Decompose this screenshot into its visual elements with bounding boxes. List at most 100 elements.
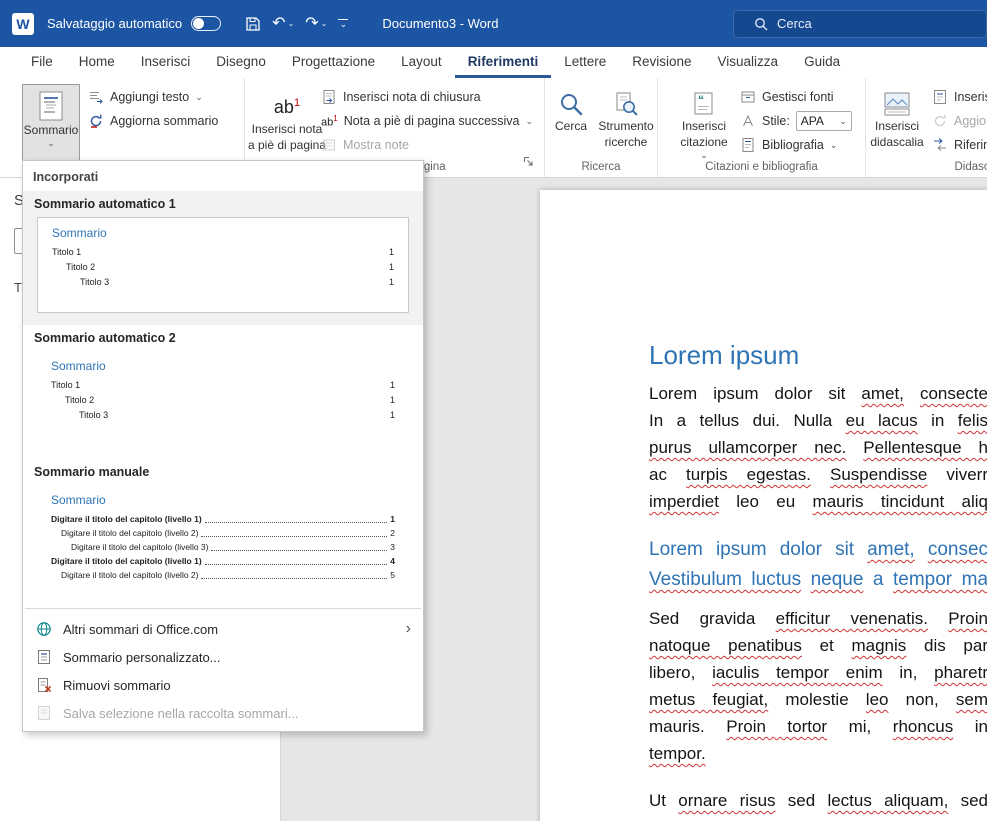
redo-button[interactable]: ↷ ⌄	[305, 16, 327, 32]
misspelled-word: consecte	[920, 384, 987, 403]
tab-lettere[interactable]: Lettere	[551, 47, 619, 78]
tab-revisione[interactable]: Revisione	[619, 47, 704, 78]
tab-visualizza[interactable]: Visualizza	[705, 47, 792, 78]
misspelled-word: iaculis tempor enim	[712, 663, 883, 682]
misspelled-word: Pellentesque h	[863, 438, 987, 457]
menu-item-custom-toc[interactable]: Sommario personalizzato...	[23, 643, 423, 671]
doc-line: purus ullamcorper nec. Pellentesque h	[649, 434, 987, 461]
update-toc-button[interactable]: Aggiorna sommario	[88, 110, 218, 132]
group-didascalie-label: Didascalie	[866, 161, 987, 173]
tab-progettazione[interactable]: Progettazione	[279, 47, 388, 78]
save-gallery-icon	[35, 705, 53, 721]
undo-button[interactable]: ↶ ⌄	[272, 16, 294, 32]
ribbon-tabs: FileHomeInserisciDisegnoProgettazioneLay…	[0, 47, 987, 78]
search-box[interactable]: Cerca	[733, 10, 987, 38]
tab-file[interactable]: File	[18, 47, 66, 78]
insert-citation-caret-icon: ⌄	[700, 151, 708, 159]
autosave-control[interactable]: Salvataggio automatico	[47, 16, 221, 31]
smart-search-button[interactable]: Cerca	[548, 84, 594, 162]
toc-preview-row: Digitare il titolo del capitolo (livello…	[51, 512, 395, 526]
menu-item-label: Rimuovi sommario	[63, 678, 171, 693]
toggle-knob	[193, 18, 204, 29]
paragraph: Lorem ipsum dolor sit amet, consecteIn a…	[649, 380, 987, 515]
insert-table-figures-button[interactable]: Inserisci indice delle figure	[932, 86, 987, 108]
tab-guida[interactable]: Guida	[791, 47, 853, 78]
undo-caret-icon[interactable]: ⌄	[288, 19, 295, 28]
menu-section-header: Incorporati	[23, 161, 423, 191]
insert-endnote-button[interactable]: Inserisci nota di chiusura	[321, 86, 481, 108]
doc-line: Pellentesque habitant morbi tristique	[649, 814, 987, 821]
paragraph: Sed gravida efficitur venenatis. Proinna…	[649, 605, 987, 767]
toc-custom-icon	[35, 649, 53, 665]
toc-gallery-preview: SommarioDigitare il titolo del capitolo …	[37, 485, 409, 590]
save-button[interactable]	[245, 16, 261, 32]
add-text-button[interactable]: Aggiungi testo ⌄	[88, 86, 203, 108]
bibliography-button[interactable]: Bibliografia ⌄	[740, 134, 837, 156]
toc-gallery-item-manual[interactable]: Sommario manuale SommarioDigitare il tit…	[23, 459, 423, 602]
magnifier-icon	[558, 91, 584, 117]
toc-preview-heading: Sommario	[51, 359, 395, 373]
misspelled-word: Suspendisse	[830, 465, 927, 484]
toc-gallery-preview: SommarioTitolo 11Titolo 21Titolo 31	[37, 217, 409, 313]
tab-home[interactable]: Home	[66, 47, 128, 78]
misspelled-word: rhoncus	[893, 717, 953, 736]
insert-citation-button[interactable]: “ Inserisci citazione ⌄	[676, 84, 732, 162]
cross-reference-label: Riferimento incrociato	[954, 138, 987, 152]
menu-separator	[25, 608, 421, 609]
endnote-icon	[321, 89, 337, 105]
insert-table-figures-label: Inserisci indice delle figure	[954, 90, 987, 104]
svg-text:“: “	[698, 93, 704, 107]
doc-line: Lorem ipsum dolor sit amet, consecte	[649, 380, 987, 407]
toc-gallery-item-auto2[interactable]: Sommario automatico 2 SommarioTitolo 11T…	[23, 325, 423, 459]
toc-preview-row: Titolo 21	[52, 260, 394, 275]
word-window: W Salvataggio automatico ↶ ⌄ ↷ ⌄ ⌄ Docum…	[0, 0, 987, 821]
bibliography-caret-icon: ⌄	[830, 141, 838, 149]
misspelled-word: purus ullamcorper nec.	[649, 438, 846, 457]
researcher-label-2: ricerche	[605, 135, 648, 149]
manage-sources-button[interactable]: Gestisci fonti	[740, 86, 834, 108]
toc-caret-icon: ⌄	[47, 139, 55, 147]
misspelled-word: consec	[928, 539, 987, 560]
misspelled-word: Proin tortor	[726, 717, 827, 736]
toc-button[interactable]: Sommario ⌄	[22, 84, 80, 162]
insert-footnote-label-2: a piè di pagina	[248, 138, 326, 152]
tab-layout[interactable]: Layout	[388, 47, 455, 78]
group-didascalie: Inserisci didascalia Inserisci indice de…	[866, 78, 987, 177]
tab-inserisci[interactable]: Inserisci	[128, 47, 204, 78]
chevron-down-icon: ⌄	[340, 21, 348, 28]
doc-line: ac turpis egestas. Suspendisse viverr	[649, 461, 987, 488]
redo-caret-icon[interactable]: ⌄	[321, 19, 328, 28]
search-icon	[754, 17, 768, 31]
misspelled-word: tempor ma	[893, 569, 987, 590]
misspelled-word: turpis egestas.	[686, 465, 811, 484]
insert-footnote-button[interactable]: ab1 Inserisci nota a piè di pagina	[255, 83, 319, 161]
menu-item-more-toc-office[interactable]: Altri sommari di Office.com›	[23, 615, 423, 643]
doc-line: Lorem ipsum dolor sit amet, consec	[649, 535, 987, 565]
style-caret-icon: ⌄	[839, 117, 847, 125]
toc-preview-row: Titolo 31	[51, 408, 395, 423]
document-page[interactable]: Lorem ipsumLorem ipsum dolor sit amet, c…	[540, 190, 987, 821]
next-footnote-button[interactable]: ab1 Nota a piè di pagina successiva ⌄	[321, 110, 533, 132]
menu-commands: Altri sommari di Office.com›Sommario per…	[23, 615, 423, 727]
menu-item-remove-toc[interactable]: Rimuovi sommario	[23, 671, 423, 699]
tab-disegno[interactable]: Disegno	[203, 47, 279, 78]
misspelled-word: amet,	[867, 539, 915, 560]
toc-preview-heading: Sommario	[52, 226, 394, 240]
insert-caption-button[interactable]: Inserisci didascalia	[868, 84, 926, 162]
style-select[interactable]: APA ⌄	[796, 111, 852, 131]
customize-quick-access-button[interactable]: ⌄	[338, 19, 348, 28]
tab-riferimenti[interactable]: Riferimenti	[455, 47, 552, 78]
researcher-button[interactable]: Strumento ricerche	[597, 84, 655, 162]
toc-gallery-item-auto1[interactable]: Sommario automatico 1 SommarioTitolo 11T…	[23, 191, 423, 325]
autosave-toggle[interactable]	[191, 16, 221, 31]
toc-preview-row: Titolo 11	[51, 378, 395, 393]
toc-button-label: Sommario	[24, 123, 79, 137]
misspelled-word: Vestibulum luctus	[649, 569, 801, 590]
misspelled-word: lectus aliquam,	[827, 791, 948, 810]
misspelled-word: natoque penatibus	[649, 636, 802, 655]
misspelled-word: magnis	[851, 636, 906, 655]
next-footnote-icon: ab1	[321, 114, 338, 129]
cross-reference-button[interactable]: Riferimento incrociato	[932, 134, 987, 156]
misspelled-word: mauris tincidunt aliq	[813, 492, 987, 511]
doc-line: libero, iaculis tempor enim in, pharetr	[649, 659, 987, 686]
